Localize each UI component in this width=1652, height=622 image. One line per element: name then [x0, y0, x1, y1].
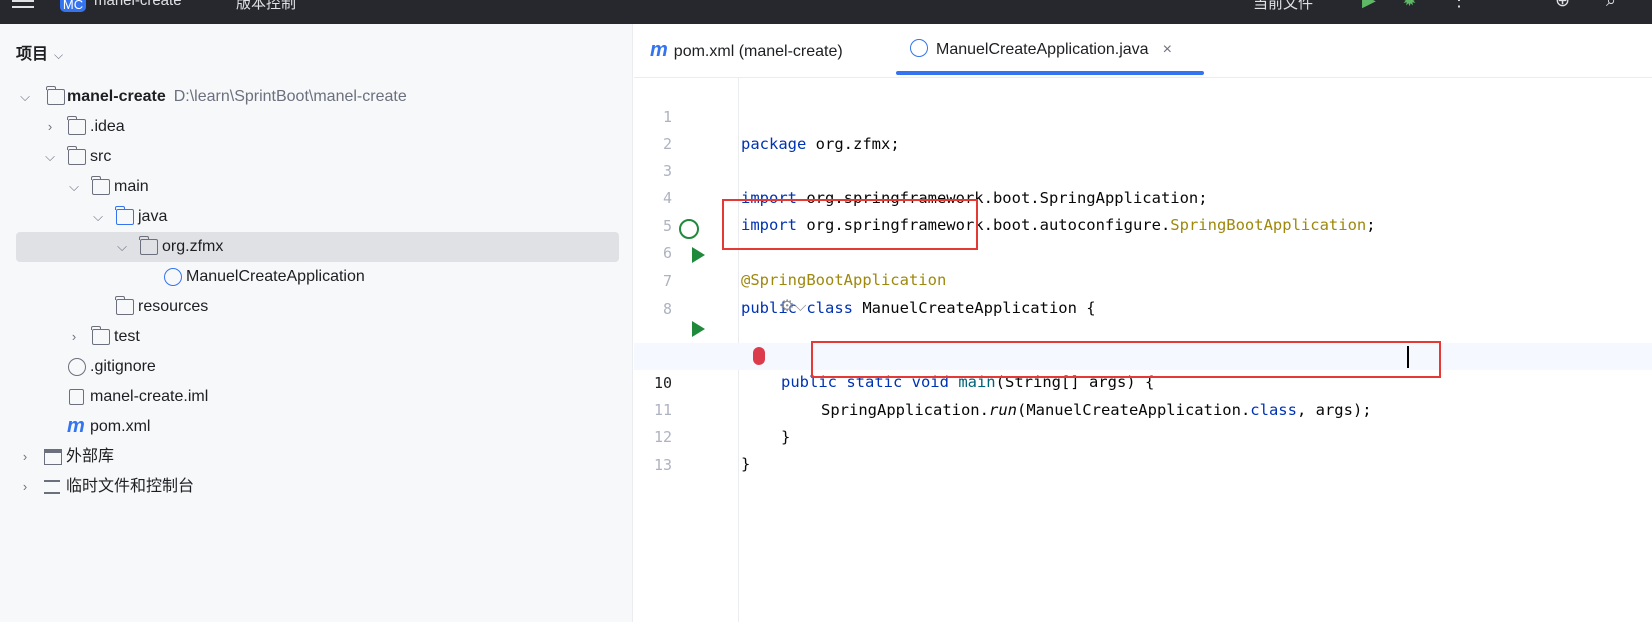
- chevron-right-icon[interactable]: ›: [43, 112, 57, 142]
- tree-item-org-zfmx[interactable]: ⌵ org.zfmx: [16, 232, 619, 262]
- title-bar: MC manel-create 版本控制 当前文件 ▶ ✹ ⋮ ⊕ ⌕: [0, 0, 1652, 24]
- tab-pom-xml[interactable]: m pom.xml (manel-create): [650, 24, 843, 78]
- project-view-title[interactable]: 项目 ⌵: [16, 40, 63, 64]
- code-line[interactable]: 2: [634, 104, 1652, 153]
- package-icon: [139, 236, 158, 255]
- scratches-icon: [44, 480, 60, 494]
- maven-icon: m: [67, 415, 85, 437]
- source-folder-icon: [115, 206, 134, 225]
- run-gutter-icon[interactable]: [692, 321, 705, 337]
- tree-item-java[interactable]: ⌵ java: [16, 202, 619, 232]
- code-line[interactable]: 9 public static void main(String[] args)…: [634, 315, 1652, 391]
- project-selector[interactable]: manel-create: [94, 0, 182, 9]
- tree-item-label: .idea: [90, 118, 125, 135]
- main-menu-icon[interactable]: [12, 0, 36, 10]
- code-text: }: [741, 455, 751, 473]
- active-tab-indicator: [896, 71, 1204, 75]
- close-tab-icon[interactable]: ×: [1163, 41, 1172, 58]
- iml-file-icon: [69, 389, 84, 405]
- editor-tabs: m pom.xml (manel-create) ManuelCreateAppl…: [634, 24, 1652, 78]
- chevron-right-icon[interactable]: ›: [67, 322, 81, 352]
- tree-item-label: src: [90, 148, 112, 165]
- folder-icon: [91, 326, 110, 345]
- tree-item-scratches[interactable]: › 临时文件和控制台: [16, 472, 619, 502]
- resources-folder-icon: [115, 296, 134, 315]
- tree-item-label: manel-create.iml: [90, 388, 209, 405]
- tree-item-label: .gitignore: [90, 358, 156, 375]
- chevron-down-icon[interactable]: ⌵: [91, 202, 105, 232]
- chevron-down-icon: ⌵: [54, 48, 64, 62]
- library-icon: [44, 449, 62, 465]
- tree-item-label: java: [138, 208, 168, 225]
- tree-item-manel-create-iml[interactable]: manel-create.iml: [16, 382, 619, 412]
- add-user-icon[interactable]: ⊕: [1555, 0, 1570, 11]
- chevron-right-icon[interactable]: ›: [18, 472, 32, 502]
- tree-item-label: resources: [138, 298, 209, 315]
- tab-label: pom.xml (manel-create): [673, 43, 843, 60]
- inlay-hints-icon[interactable]: ⚙⌵: [780, 296, 806, 316]
- root-name: manel-create: [67, 88, 166, 105]
- tree-item-resources[interactable]: resources: [16, 292, 619, 322]
- chevron-down-icon[interactable]: ⌵: [43, 142, 57, 172]
- tree-item-label: test: [114, 328, 140, 345]
- tree-item-gitignore[interactable]: .gitignore: [16, 352, 619, 382]
- tree-item-src[interactable]: ⌵ src: [16, 142, 619, 172]
- tree-item-label: main: [114, 178, 149, 195]
- tree-item-external-libraries[interactable]: › 外部库: [16, 442, 619, 472]
- chevron-down-icon[interactable]: ⌵: [115, 232, 129, 262]
- tree-item-label: pom.xml: [90, 418, 151, 435]
- spring-class-icon: [164, 268, 182, 286]
- tree-item-pom-xml[interactable]: m pom.xml: [16, 412, 619, 442]
- tab-manuel-create-application[interactable]: ManuelCreateApplication.java ×: [910, 24, 1172, 78]
- debug-icon[interactable]: ✹: [1402, 0, 1417, 11]
- tree-item-label: org.zfmx: [162, 238, 224, 255]
- highlight-box-annotation: [722, 199, 978, 250]
- tree-item-idea[interactable]: › .idea: [16, 112, 619, 142]
- code-line[interactable]: 1 package org.zfmx;: [634, 77, 1652, 153]
- tab-label: ManuelCreateApplication.java: [936, 41, 1149, 58]
- run-icon[interactable]: ▶: [1362, 0, 1376, 11]
- tree-item-test[interactable]: › test: [16, 322, 619, 352]
- root-path: D:\learn\SprintBoot\manel-create: [173, 88, 407, 105]
- code-line[interactable]: 3 import org.springframework.boot.Spring…: [634, 131, 1652, 207]
- ignored-file-icon: [68, 358, 86, 376]
- project-badge[interactable]: MC: [60, 0, 86, 12]
- chevron-down-icon[interactable]: ⌵: [18, 82, 32, 112]
- code-line[interactable]: 8: [634, 269, 1652, 318]
- module-folder-icon: [46, 86, 65, 105]
- spring-class-icon: [910, 39, 928, 57]
- code-line[interactable]: 12 }: [634, 397, 1652, 473]
- run-gutter-icon[interactable]: [692, 247, 705, 263]
- code-line[interactable]: 13: [634, 425, 1652, 474]
- maven-icon: m: [650, 39, 668, 61]
- tree-item-main[interactable]: ⌵ main: [16, 172, 619, 202]
- search-icon[interactable]: ⌕: [1606, 0, 1616, 11]
- error-icon[interactable]: [753, 347, 765, 365]
- chevron-right-icon[interactable]: ›: [18, 442, 32, 472]
- code-line[interactable]: 4 import org.springframework.boot.autoco…: [634, 158, 1652, 234]
- folder-icon: [91, 176, 110, 195]
- tree-item-label: 外部库: [66, 448, 115, 465]
- tree-item-label: 临时文件和控制台: [66, 478, 195, 495]
- tree-item-manuel-create-application[interactable]: ManuelCreateApplication: [16, 262, 619, 292]
- highlight-box-run-call: [811, 341, 1441, 378]
- tree-item-label: ManuelCreateApplication: [186, 268, 365, 285]
- tree-root-manel-create[interactable]: ⌵ manel-create D:\learn\SprintBoot\manel-…: [16, 82, 619, 112]
- chevron-down-icon[interactable]: ⌵: [67, 172, 81, 202]
- line-number: 13: [653, 456, 672, 474]
- folder-icon: [67, 146, 86, 165]
- folder-icon: [67, 116, 86, 135]
- run-config-selector[interactable]: 当前文件: [1253, 0, 1313, 13]
- more-icon[interactable]: ⋮: [1450, 0, 1468, 11]
- spring-bean-gutter-icon[interactable]: [679, 219, 699, 239]
- vcs-menu[interactable]: 版本控制: [236, 0, 296, 13]
